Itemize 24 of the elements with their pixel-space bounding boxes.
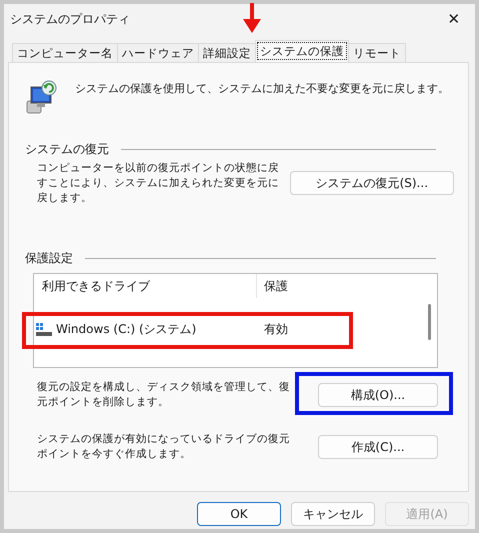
window-title: システムのプロパティ xyxy=(10,10,130,28)
drive-icon xyxy=(36,323,52,336)
description-text: システムの保護を使用して、システムに加えた不要な変更を元に戻します。 xyxy=(75,81,449,96)
create-button[interactable]: 作成(C)... xyxy=(318,435,438,459)
dialog-button[interactable]: OK xyxy=(197,502,281,526)
configure-button[interactable]: 構成(O)... xyxy=(318,383,438,407)
description-text: コンピューターを以前の復元ポイントの状態に戻すことにより、システムに加えられた変更を元に戻します。 xyxy=(37,160,280,206)
dialog-button[interactable]: キャンセル xyxy=(291,502,375,526)
column-header[interactable]: 保護 xyxy=(257,274,288,298)
protection-status: 有効 xyxy=(263,321,288,338)
group-heading: 保護設定 xyxy=(25,250,73,267)
scrollbar-thumb[interactable] xyxy=(428,304,431,340)
computer-icon xyxy=(25,79,59,115)
restore-button[interactable]: システムの復元(S)... xyxy=(290,171,454,195)
group-heading: システムの復元 xyxy=(25,141,109,158)
tab[interactable]: 詳細設定 xyxy=(198,43,256,62)
drive-name: Windows (C:) (システム) xyxy=(56,321,196,338)
tab[interactable]: リモート xyxy=(348,43,406,62)
tab[interactable]: システムの保護 xyxy=(255,40,349,62)
description-text: 復元の設定を構成し、ディスク領域を管理して、復元ポイントを削除します。 xyxy=(37,380,291,410)
description-text: システムの保護が有効になっているドライブの復元ポイントを今すぐ作成します。 xyxy=(37,432,291,462)
column-header[interactable]: 利用できるドライブ xyxy=(34,274,257,298)
tab[interactable]: コンピューター名 xyxy=(12,43,118,62)
close-button[interactable]: ✕ xyxy=(439,6,469,32)
